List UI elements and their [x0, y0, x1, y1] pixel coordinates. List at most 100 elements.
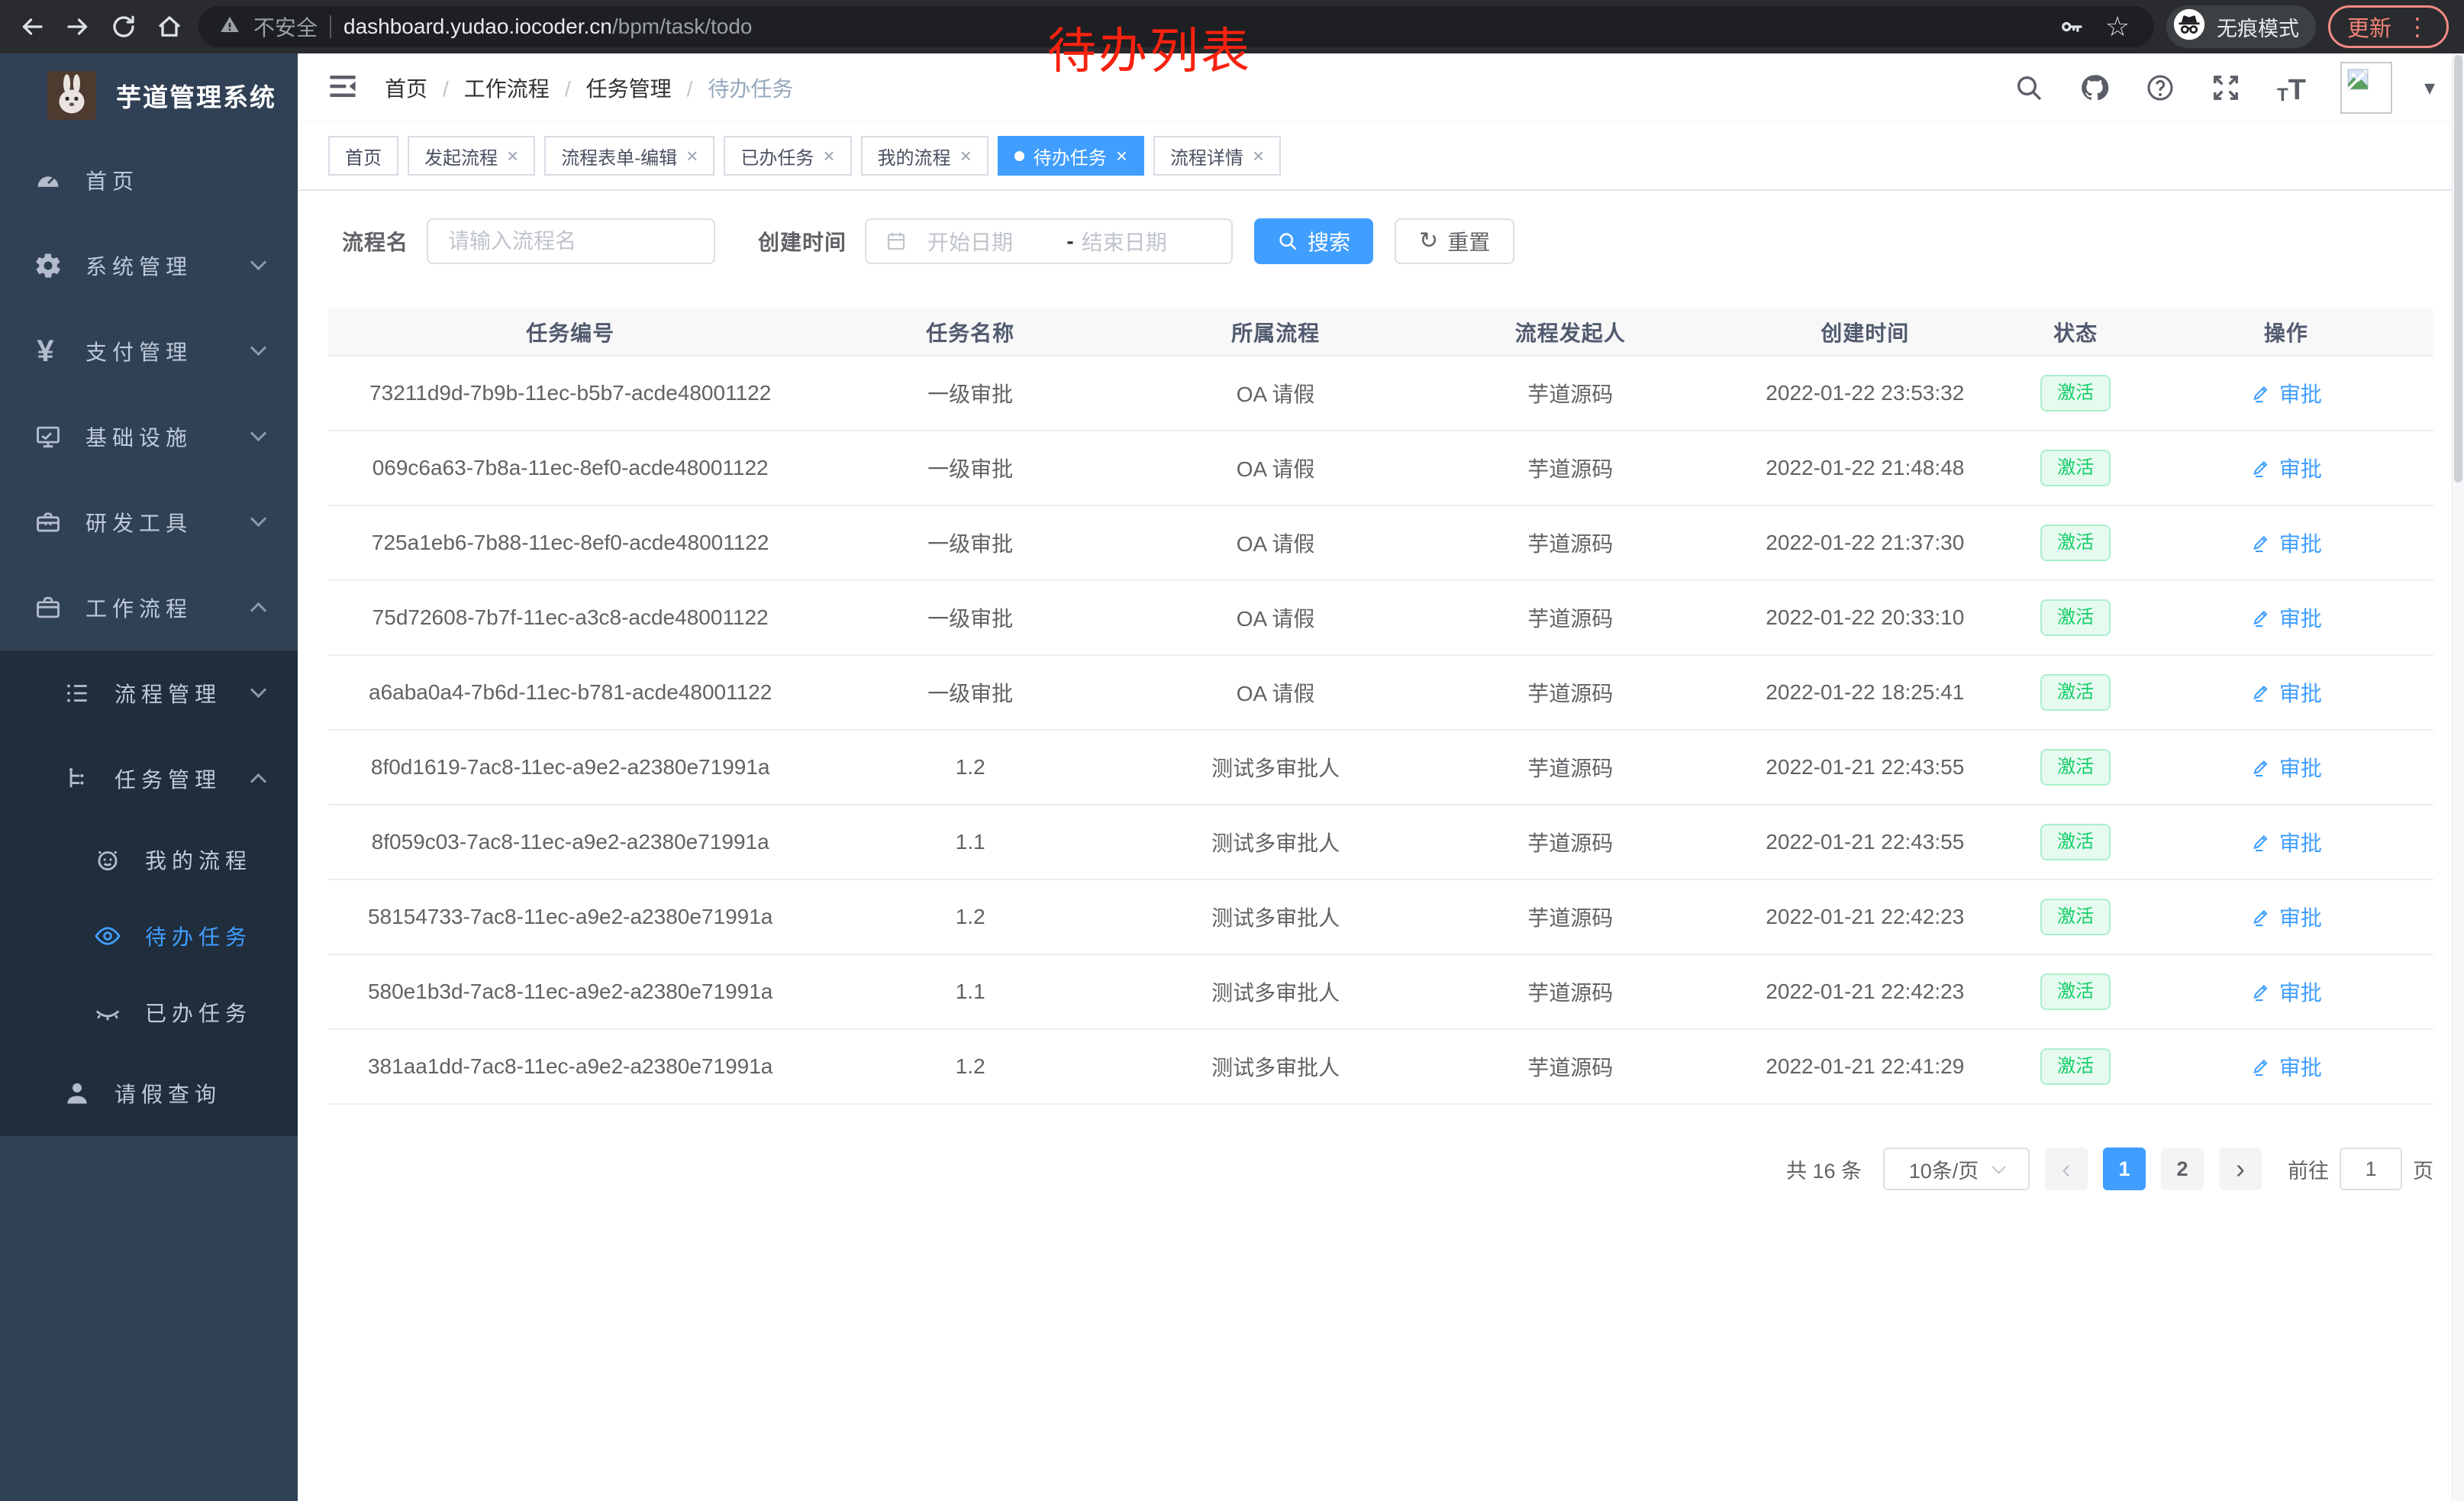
goto-label: 前往: [2288, 1154, 2329, 1184]
process-name: OA 请假: [1237, 383, 1315, 406]
github-icon[interactable]: [2078, 71, 2111, 105]
close-icon[interactable]: [686, 146, 698, 166]
approve-link[interactable]: 审批: [2250, 677, 2322, 708]
refresh-icon: [1419, 229, 1438, 253]
sidebar-item-todo-tasks[interactable]: 待办任务: [0, 898, 298, 974]
table-row: 725a1eb6-7b88-11ec-8ef0-acde48001122 一级审…: [328, 505, 2433, 580]
security-warning-icon: [218, 13, 241, 41]
bookmark-star-icon[interactable]: [2101, 10, 2134, 44]
approve-link[interactable]: 审批: [2250, 378, 2322, 408]
approve-link[interactable]: 审批: [2250, 827, 2322, 857]
pen-icon: [2250, 682, 2272, 703]
sidebar-item-task-management[interactable]: 任务管理: [0, 736, 298, 822]
breadcrumb-home[interactable]: 首页: [385, 73, 427, 103]
main-area: 首页 工作流程 任务管理 待办任务: [298, 53, 2464, 1501]
close-icon[interactable]: [507, 146, 518, 166]
created-time: 2022-01-22 21:48:48: [1766, 456, 1964, 479]
fullscreen-icon[interactable]: [2209, 71, 2243, 105]
sidebar-item-system[interactable]: 系统管理: [0, 223, 298, 308]
address-bar[interactable]: 不安全 dashboard.yudao.iocoder.cn/bpm/task/…: [198, 6, 2154, 47]
caret-down-icon[interactable]: [2424, 75, 2435, 100]
scrollbar-thumb[interactable]: [2454, 55, 2462, 483]
tab-label: 首页: [345, 143, 382, 169]
tab-home[interactable]: 首页: [328, 136, 398, 176]
next-page-button[interactable]: [2219, 1148, 2262, 1190]
approve-link[interactable]: 审批: [2250, 602, 2322, 633]
page-size-select[interactable]: 10条/页: [1883, 1148, 2030, 1190]
app-logo[interactable]: 芋道管理系统: [0, 53, 298, 137]
process-starter: 芋道源码: [1527, 383, 1613, 406]
close-icon[interactable]: [1253, 146, 1264, 166]
close-icon[interactable]: [960, 146, 972, 166]
font-size-icon[interactable]: [2275, 71, 2308, 105]
sidebar-item-home[interactable]: 首页: [0, 137, 298, 223]
prev-page-button[interactable]: [2045, 1148, 2088, 1190]
task-id: 725a1eb6-7b88-11ec-8ef0-acde48001122: [372, 531, 769, 554]
tab-done-tasks[interactable]: 已办任务: [724, 136, 851, 176]
goto-page-input[interactable]: [2340, 1148, 2402, 1190]
key-icon[interactable]: [2055, 10, 2088, 44]
close-icon[interactable]: [1116, 146, 1127, 166]
approve-link[interactable]: 审批: [2250, 1051, 2322, 1082]
approve-link[interactable]: 审批: [2250, 528, 2322, 558]
pen-icon: [2250, 457, 2272, 479]
status-badge: 激活: [2040, 1048, 2111, 1085]
reload-button[interactable]: [107, 10, 140, 44]
table-row: 58154733-7ac8-11ec-a9e2-a2380e71991a 1.2…: [328, 880, 2433, 954]
hamburger-icon[interactable]: [327, 70, 362, 105]
back-button[interactable]: [15, 10, 49, 44]
breadcrumb-task-management[interactable]: 任务管理: [550, 73, 672, 103]
tab-process-form-edit[interactable]: 流程表单-编辑: [544, 136, 714, 176]
approve-link-label: 审批: [2279, 976, 2322, 1007]
sidebar-item-my-process[interactable]: 我的流程: [0, 822, 298, 898]
approve-link-label: 审批: [2279, 827, 2322, 857]
breadcrumb-workflow[interactable]: 工作流程: [427, 73, 550, 103]
logo-avatar-image: [47, 71, 96, 120]
sidebar-item-devtools[interactable]: 研发工具: [0, 479, 298, 565]
security-label[interactable]: 不安全: [253, 11, 318, 42]
approve-link[interactable]: 审批: [2250, 453, 2322, 483]
approve-link[interactable]: 审批: [2250, 976, 2322, 1007]
tab-start-process[interactable]: 发起流程: [408, 136, 535, 176]
briefcase-icon: [31, 593, 66, 622]
window-scrollbar[interactable]: [2452, 53, 2464, 1501]
approve-link[interactable]: 审批: [2250, 752, 2322, 783]
page-size-value: 10条/页: [1909, 1154, 1979, 1184]
date-range-picker[interactable]: 开始日期 - 结束日期: [865, 218, 1233, 264]
tab-process-detail[interactable]: 流程详情: [1153, 136, 1281, 176]
avatar[interactable]: [2340, 62, 2392, 114]
toolbox-icon: [31, 508, 66, 537]
sidebar-item-leave-query[interactable]: 请假查询: [0, 1051, 298, 1136]
home-button[interactable]: [153, 10, 186, 44]
incognito-icon: [2172, 8, 2206, 47]
browser-menu-icon[interactable]: [2405, 12, 2430, 41]
sidebar-item-process-management[interactable]: 流程管理: [0, 650, 298, 736]
workflow-submenu: 流程管理 任务管理 我的流程: [0, 650, 298, 1136]
table-row: 381aa1dd-7ac8-11ec-a9e2-a2380e71991a 1.2…: [328, 1029, 2433, 1104]
gear-icon: [31, 251, 66, 280]
sidebar-item-payment[interactable]: 支付管理: [0, 308, 298, 394]
approve-link[interactable]: 审批: [2250, 902, 2322, 932]
tab-todo-tasks[interactable]: 待办任务: [998, 136, 1144, 176]
process-name-input[interactable]: [427, 218, 715, 264]
sidebar-item-done-tasks[interactable]: 已办任务: [0, 974, 298, 1051]
search-icon[interactable]: [2012, 71, 2046, 105]
search-button[interactable]: 搜索: [1254, 218, 1373, 264]
task-name: 1.2: [956, 755, 985, 779]
start-date-placeholder[interactable]: 开始日期: [927, 226, 1059, 257]
end-date-placeholder[interactable]: 结束日期: [1082, 226, 1213, 257]
update-button[interactable]: 更新: [2328, 5, 2449, 48]
tab-my-process[interactable]: 我的流程: [861, 136, 989, 176]
url-text[interactable]: dashboard.yudao.iocoder.cn/bpm/task/todo: [343, 15, 752, 39]
page-button-2[interactable]: 2: [2161, 1148, 2204, 1190]
robot-face-icon: [90, 845, 125, 874]
yen-icon: [31, 334, 66, 369]
page-button-1[interactable]: 1: [2103, 1148, 2146, 1190]
sidebar-item-infrastructure[interactable]: 基础设施: [0, 394, 298, 479]
close-icon[interactable]: [823, 146, 834, 166]
help-icon[interactable]: [2143, 71, 2177, 105]
eye-icon: [90, 922, 125, 951]
forward-button[interactable]: [61, 10, 95, 44]
reset-button[interactable]: 重置: [1395, 218, 1514, 264]
sidebar-item-workflow[interactable]: 工作流程: [0, 565, 298, 650]
